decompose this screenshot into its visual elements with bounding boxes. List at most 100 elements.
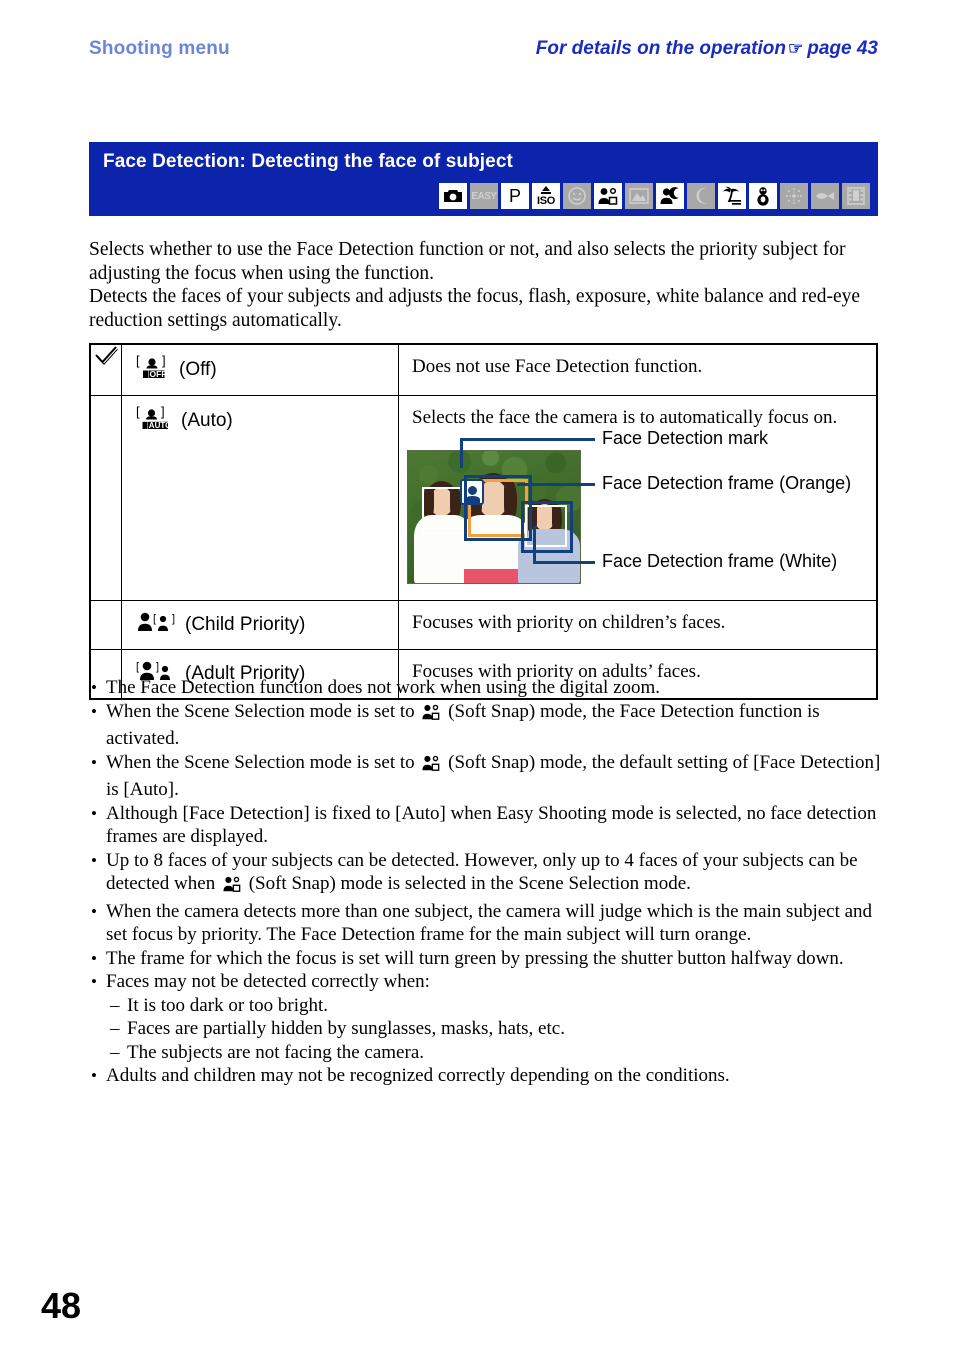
- operation-reference: For details on the operation ☞ page 43: [536, 38, 878, 60]
- feature-title: Face Detection: Detecting the face of su…: [103, 151, 513, 172]
- twilight-icon: [687, 183, 715, 209]
- option-description: Selects the face the camera is to automa…: [412, 407, 838, 428]
- note-text: Although [Face Detection] is fixed to [A…: [106, 802, 877, 848]
- default-setting-cell: [89, 600, 122, 650]
- note-sub-text: It is too dark or too bright.: [127, 994, 329, 1016]
- callout-ring-white: [521, 501, 573, 553]
- table-row: [ ] (Child Priority) Focuses with priori…: [89, 600, 878, 650]
- note-text: When the Scene Selection mode is set to: [106, 700, 420, 722]
- svg-text:[: [: [136, 661, 139, 673]
- svg-text:]: ]: [156, 661, 159, 673]
- page-number: 48: [41, 1285, 82, 1326]
- movie-icon: [842, 183, 870, 209]
- option-cell: [ ] AUTO (Auto): [121, 395, 399, 601]
- soft-snap-icon: [421, 703, 441, 728]
- option-description: Does not use Face Detection function.: [412, 356, 703, 377]
- check-icon: [95, 346, 118, 365]
- description-cell: Focuses with priority on children’s face…: [398, 600, 878, 650]
- svg-text:[: [: [136, 405, 140, 419]
- note-sub-item: It is too dark or too bright.: [89, 994, 889, 1018]
- note-item: Adults and children may not be recognize…: [89, 1064, 889, 1088]
- program-auto-icon: P: [501, 183, 529, 209]
- svg-text:]: ]: [172, 613, 175, 625]
- svg-text:]: ]: [161, 405, 165, 419]
- pointing-hand-icon: ☞: [787, 39, 804, 58]
- section-title: Shooting menu: [89, 38, 230, 59]
- face-detection-auto-icon: [ ] AUTO: [136, 404, 172, 437]
- description-cell: Does not use Face Detection function.: [398, 343, 878, 396]
- note-text: Adults and children may not be recognize…: [106, 1065, 730, 1086]
- easy-shooting-label: EASY: [471, 190, 497, 202]
- leader-line-orange: [517, 483, 595, 486]
- svg-text:OFF: OFF: [150, 369, 167, 379]
- note-item: Up to 8 faces of your subjects can be de…: [89, 849, 889, 900]
- option-label: (Off): [179, 359, 217, 380]
- leader-line-white-horizontal: [533, 561, 595, 564]
- callout-face-detection-mark: Face Detection mark: [602, 428, 769, 448]
- option-cell: [ ] OFF (Off): [121, 343, 399, 396]
- program-auto-label: P: [508, 185, 521, 206]
- soft-snap-icon: [222, 875, 242, 900]
- note-sub-item: The subjects are not facing the camera.: [89, 1041, 889, 1065]
- option-description: Focuses with priority on children’s face…: [412, 612, 726, 633]
- notes-list: The Face Detection function does not wor…: [89, 676, 889, 1088]
- note-text-tail: (Soft Snap) mode is selected in the Scen…: [243, 873, 691, 894]
- landscape-icon: [625, 183, 653, 209]
- underwater-icon: [811, 183, 839, 209]
- running-header: Shooting menu For details on the operati…: [0, 38, 954, 70]
- svg-text:[: [: [136, 354, 140, 368]
- note-sub-text: Faces are partially hidden by sunglasses…: [127, 1018, 565, 1039]
- option-label: (Child Priority): [185, 614, 306, 635]
- face-detection-figure: Face Detection mark Face Detection frame…: [399, 428, 876, 600]
- svg-text:AUTO: AUTO: [149, 421, 172, 430]
- callout-face-frame-orange: Face Detection frame (Orange): [602, 473, 852, 493]
- twilight-portrait-icon: [656, 183, 684, 209]
- svg-text:]: ]: [162, 354, 166, 368]
- smile-shutter-icon: [563, 183, 591, 209]
- operation-reference-text: For details on the operation: [535, 38, 786, 59]
- leader-line-mark-vertical: [460, 438, 463, 468]
- svg-text:[: [: [153, 613, 156, 625]
- face-detection-options-table: [ ] OFF (Off) Does not use Face Detectio…: [89, 343, 878, 700]
- beach-icon: [718, 183, 746, 209]
- snow-icon: [749, 183, 777, 209]
- intro-text: Selects whether to use the Face Detectio…: [89, 238, 881, 332]
- feature-title-band: Face Detection: Detecting the face of su…: [89, 142, 878, 216]
- note-item: When the Scene Selection mode is set to …: [89, 751, 889, 802]
- leader-line-white-vertical: [533, 526, 536, 564]
- callout-face-frame-white: Face Detection frame (White): [602, 551, 838, 571]
- note-item: The frame for which the focus is set wil…: [89, 947, 889, 971]
- note-item: Faces may not be detected correctly when…: [89, 970, 889, 994]
- child-priority-icon: [ ]: [136, 610, 176, 640]
- operation-reference-page: page 43: [807, 38, 878, 59]
- soft-snap-icon: [594, 183, 622, 209]
- intro-paragraph-2: Detects the faces of your subjects and a…: [89, 286, 861, 331]
- description-cell: Selects the face the camera is to automa…: [398, 395, 878, 601]
- note-item: When the Scene Selection mode is set to …: [89, 700, 889, 751]
- intro-paragraph-1: Selects whether to use the Face Detectio…: [89, 239, 846, 284]
- note-sub-item: Faces are partially hidden by sunglasses…: [89, 1017, 889, 1041]
- note-text: When the camera detects more than one su…: [106, 900, 873, 946]
- easy-shooting-icon: EASY: [470, 183, 498, 209]
- high-sensitivity-iso-icon: ISO: [532, 183, 560, 209]
- mode-icon-row: EASY P ISO: [439, 183, 870, 209]
- note-sub-text: The subjects are not facing the camera.: [127, 1041, 424, 1063]
- note-item: When the camera detects more than one su…: [89, 900, 889, 947]
- note-item: Although [Face Detection] is fixed to [A…: [89, 802, 889, 849]
- note-text: The frame for which the focus is set wil…: [106, 947, 844, 969]
- note-text: Faces may not be detected correctly when…: [106, 971, 430, 992]
- default-setting-cell: [89, 343, 122, 396]
- fireworks-icon: [780, 183, 808, 209]
- soft-snap-icon: [421, 754, 441, 779]
- camera-auto-icon: [439, 183, 467, 209]
- default-setting-cell: [89, 395, 122, 601]
- note-text: When the Scene Selection mode is set to: [106, 751, 420, 773]
- note-text: The Face Detection function does not wor…: [106, 677, 661, 698]
- manual-page: Shooting menu For details on the operati…: [0, 0, 954, 1357]
- table-row: [ ] OFF (Off) Does not use Face Detectio…: [89, 343, 878, 396]
- face-detection-off-icon: [ ] OFF: [136, 353, 170, 386]
- option-cell: [ ] (Child Priority): [121, 600, 399, 650]
- table-row: [ ] AUTO (Auto) Selects the face the cam…: [89, 395, 878, 601]
- note-item: The Face Detection function does not wor…: [89, 676, 889, 700]
- leader-line-mark-horizontal: [460, 438, 595, 441]
